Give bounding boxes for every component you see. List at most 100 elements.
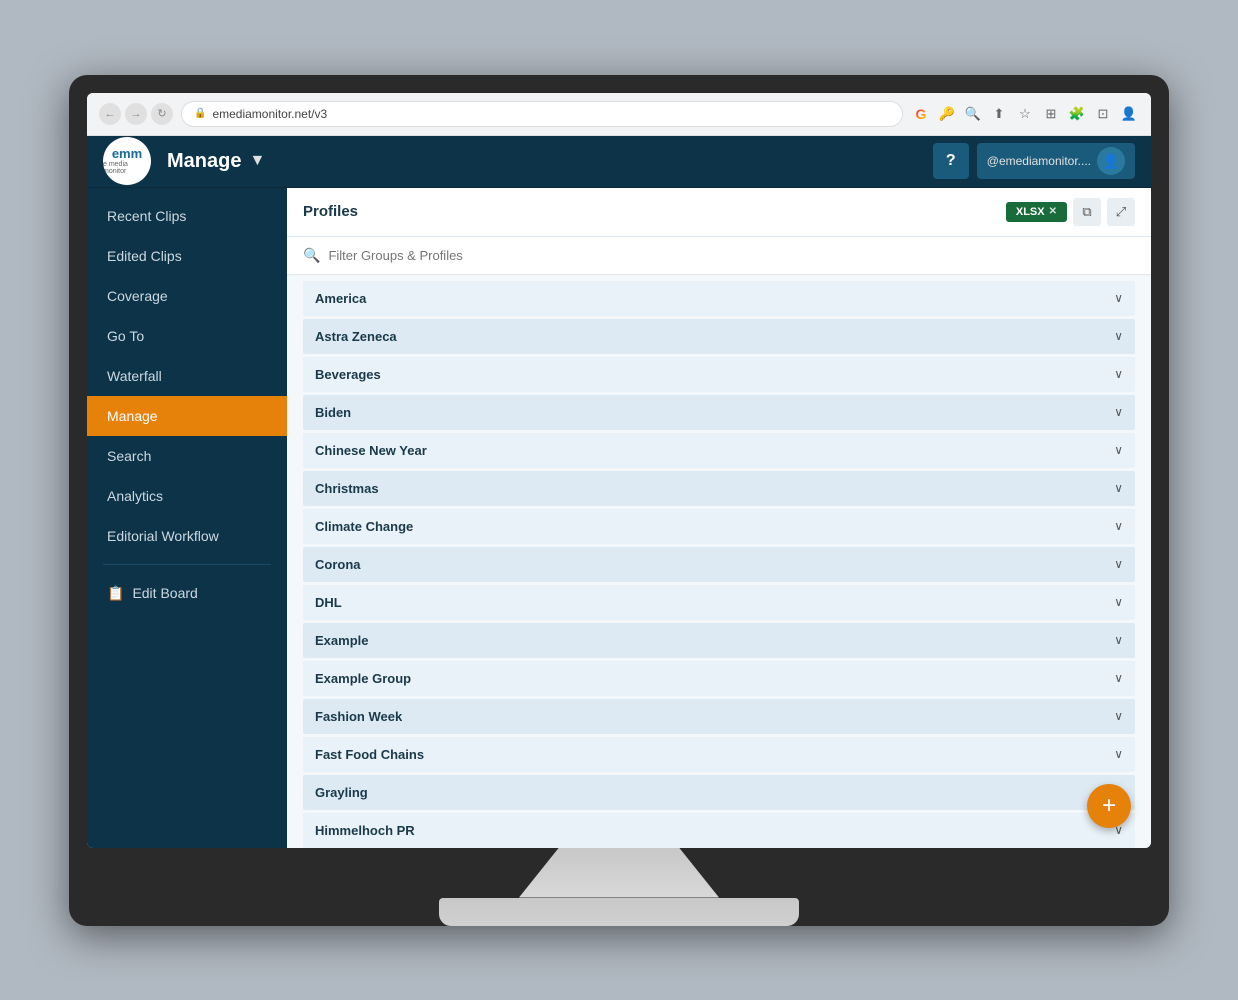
table-row[interactable]: Astra Zeneca ∨ [303, 319, 1135, 354]
logo-emm-text: emm [103, 147, 151, 161]
table-row[interactable]: DHL ∨ [303, 585, 1135, 620]
key-icon: 🔑 [937, 104, 957, 124]
sidebar-item-go-to[interactable]: Go To [87, 316, 287, 356]
sidebar-item-analytics[interactable]: Analytics [87, 476, 287, 516]
profile-name: Grayling [315, 785, 368, 800]
profile-name: Example Group [315, 671, 411, 686]
table-row[interactable]: Example ∨ [303, 623, 1135, 658]
table-row[interactable]: Beverages ∨ [303, 357, 1135, 392]
user-button[interactable]: @emediamonitor.... 👤 [977, 143, 1135, 179]
forward-button[interactable]: → [125, 103, 147, 125]
sidebar-item-edited-clips[interactable]: Edited Clips [87, 236, 287, 276]
header-logo: emm e media monitor [103, 137, 151, 185]
edit-board-item[interactable]: 📋 Edit Board [87, 573, 287, 614]
sidebar-item-editorial-workflow[interactable]: Editorial Workflow [87, 516, 287, 556]
content-header-right: XLSX ✕ ⧉ ⤢ [1006, 198, 1135, 226]
star-icon[interactable]: ☆ [1015, 104, 1035, 124]
sidebar-label-manage: Manage [107, 408, 158, 424]
lock-icon: 🔒 [194, 108, 206, 119]
table-row[interactable]: Himmelhoch PR ∨ [303, 813, 1135, 848]
profile-name: Himmelhoch PR [315, 823, 415, 838]
sidebar-item-recent-clips[interactable]: Recent Clips [87, 196, 287, 236]
app-header: emm e media monitor Manage ▼ ? @emediamo… [87, 136, 1151, 188]
zoom-icon: 🔍 [963, 104, 983, 124]
profile-name: Chinese New Year [315, 443, 427, 458]
monitor-screen: ← → ↻ 🔒 emediamonitor.net/v3 G 🔑 🔍 ⬆ ☆ ⊞… [87, 93, 1151, 848]
sidebar-item-waterfall[interactable]: Waterfall [87, 356, 287, 396]
xlsx-button[interactable]: XLSX ✕ [1006, 202, 1067, 222]
table-row[interactable]: Corona ∨ [303, 547, 1135, 582]
content-wrapper: America ∨ Astra Zeneca ∨ Beverages ∨ B [287, 275, 1151, 848]
profile-name: Astra Zeneca [315, 329, 397, 344]
sidebar: Recent Clips Edited Clips Coverage Go To… [87, 188, 287, 848]
table-row[interactable]: Climate Change ∨ [303, 509, 1135, 544]
sidebar-divider [103, 564, 271, 565]
table-row[interactable]: Christmas ∨ [303, 471, 1135, 506]
chevron-down-icon: ∨ [1114, 405, 1123, 419]
table-row[interactable]: Example Group ∨ [303, 661, 1135, 696]
table-row[interactable]: Fashion Week ∨ [303, 699, 1135, 734]
sidebar-label-go-to: Go To [107, 328, 144, 344]
copy-icon-button[interactable]: ⧉ [1073, 198, 1101, 226]
profile-icon: 👤 [1119, 104, 1139, 124]
back-button[interactable]: ← [99, 103, 121, 125]
edit-board-icon: 📋 [107, 585, 124, 602]
xlsx-x-icon: ✕ [1049, 206, 1057, 217]
filter-input[interactable] [328, 248, 1135, 263]
share-icon: ⬆ [989, 104, 1009, 124]
table-row[interactable]: America ∨ [303, 281, 1135, 316]
table-row[interactable]: Chinese New Year ∨ [303, 433, 1135, 468]
url-bar[interactable]: 🔒 emediamonitor.net/v3 [181, 101, 903, 127]
profile-name: Corona [315, 557, 361, 572]
monitor-stand-base [439, 898, 799, 926]
profile-name: Fashion Week [315, 709, 402, 724]
profile-name: Biden [315, 405, 351, 420]
xlsx-label: XLSX [1016, 206, 1045, 218]
chevron-down-icon: ∨ [1114, 481, 1123, 495]
puzzle-icon: 🧩 [1067, 104, 1087, 124]
profile-name: Climate Change [315, 519, 413, 534]
edit-board-label: Edit Board [132, 585, 197, 601]
content-title: Profiles [303, 203, 358, 220]
chevron-down-icon: ∨ [1114, 595, 1123, 609]
sidebar-item-search[interactable]: Search [87, 436, 287, 476]
content-header: Profiles XLSX ✕ ⧉ ⤢ [287, 188, 1151, 237]
sidebar-label-editorial-workflow: Editorial Workflow [107, 528, 219, 544]
user-avatar: 👤 [1097, 147, 1125, 175]
chevron-down-icon: ∨ [1114, 633, 1123, 647]
table-row[interactable]: Grayling ∨ [303, 775, 1135, 810]
sidebar-label-edited-clips: Edited Clips [107, 248, 182, 264]
refresh-button[interactable]: ↻ [151, 103, 173, 125]
window-icon: ⊡ [1093, 104, 1113, 124]
sidebar-label-search: Search [107, 448, 151, 464]
search-icon: 🔍 [303, 247, 320, 264]
chevron-down-icon: ∨ [1114, 557, 1123, 571]
expand-icon-button[interactable]: ⤢ [1107, 198, 1135, 226]
chevron-down-icon: ∨ [1114, 671, 1123, 685]
browser-nav: ← → ↻ [99, 103, 173, 125]
chevron-down-icon: ∨ [1114, 709, 1123, 723]
help-button[interactable]: ? [933, 143, 969, 179]
sidebar-label-recent-clips: Recent Clips [107, 208, 186, 224]
sidebar-item-coverage[interactable]: Coverage [87, 276, 287, 316]
header-manage-title: Manage [167, 150, 241, 173]
search-bar: 🔍 [287, 237, 1151, 275]
profile-name: Beverages [315, 367, 381, 382]
filter-icon[interactable]: ▼ [249, 152, 265, 170]
profiles-list: America ∨ Astra Zeneca ∨ Beverages ∨ B [287, 275, 1151, 848]
sidebar-label-coverage: Coverage [107, 288, 168, 304]
profile-name: Christmas [315, 481, 379, 496]
sidebar-label-waterfall: Waterfall [107, 368, 162, 384]
table-row[interactable]: Biden ∨ [303, 395, 1135, 430]
sidebar-item-manage[interactable]: Manage [87, 396, 287, 436]
table-row[interactable]: Fast Food Chains ∨ [303, 737, 1135, 772]
header-title-area: Manage ▼ [151, 150, 933, 173]
chevron-down-icon: ∨ [1114, 329, 1123, 343]
profile-name: Example [315, 633, 368, 648]
logo-circle: emm e media monitor [103, 137, 151, 185]
monitor-frame: ← → ↻ 🔒 emediamonitor.net/v3 G 🔑 🔍 ⬆ ☆ ⊞… [69, 75, 1169, 926]
chevron-down-icon: ∨ [1114, 747, 1123, 761]
app-container: Recent Clips Edited Clips Coverage Go To… [87, 188, 1151, 848]
add-profile-fab[interactable]: + [1087, 784, 1131, 828]
chevron-down-icon: ∨ [1114, 291, 1123, 305]
